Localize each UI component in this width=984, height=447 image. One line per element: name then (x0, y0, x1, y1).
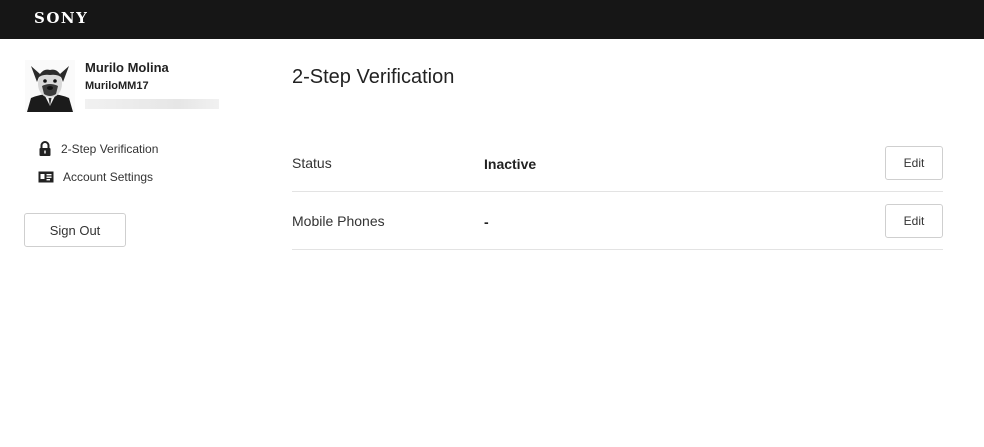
sidebar-item-2-step-verification[interactable]: 2-Step Verification (38, 141, 158, 156)
status-value: Inactive (484, 156, 537, 172)
sony-logo[interactable]: SONY (34, 9, 88, 27)
sidebar-item-account-settings[interactable]: Account Settings (38, 170, 153, 184)
avatar-image (25, 60, 75, 112)
mobile-phones-label: Mobile Phones (292, 213, 385, 229)
status-label: Status (292, 155, 332, 171)
redacted-email (85, 99, 219, 109)
top-header-bar: SONY (0, 0, 984, 39)
id-card-icon (38, 171, 54, 183)
edit-status-button[interactable]: Edit (885, 146, 943, 180)
mobile-phones-value: - (484, 214, 489, 230)
sign-out-button[interactable]: Sign Out (24, 213, 126, 247)
row-divider (292, 249, 943, 250)
user-avatar (25, 60, 75, 112)
sidebar-item-label: Account Settings (63, 170, 154, 184)
user-handle: MuriloMM17 (85, 80, 149, 92)
edit-mobile-phones-button[interactable]: Edit (885, 204, 943, 238)
page-title: 2-Step Verification (292, 66, 455, 88)
lock-icon (39, 141, 51, 156)
sidebar-item-label: 2-Step Verification (61, 141, 159, 156)
row-divider (292, 191, 943, 192)
user-name: Murilo Molina (85, 60, 169, 75)
